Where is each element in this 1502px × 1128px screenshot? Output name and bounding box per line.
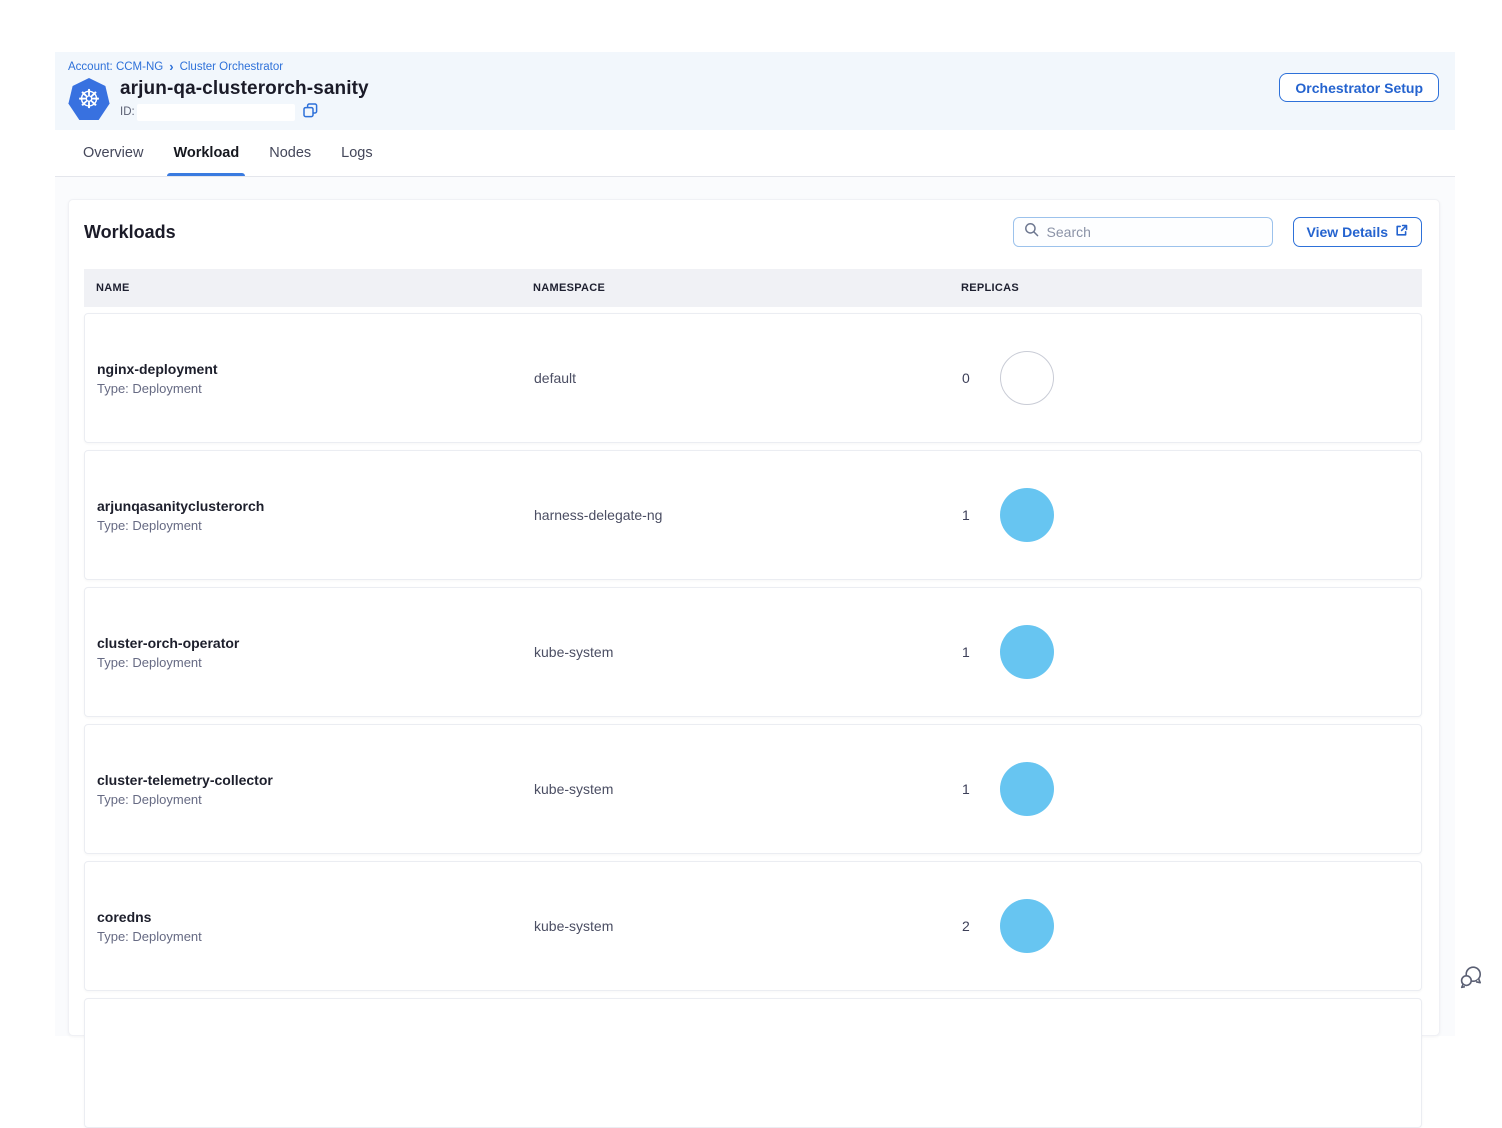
workload-namespace: default bbox=[534, 370, 962, 386]
workload-name: cluster-orch-operator bbox=[97, 635, 534, 651]
table-header: NAME NAMESPACE REPLICAS bbox=[84, 269, 1422, 307]
breadcrumb-page-link[interactable]: Cluster Orchestrator bbox=[180, 61, 284, 73]
tab-workload[interactable]: Workload bbox=[167, 130, 245, 176]
replica-count: 1 bbox=[962, 644, 970, 660]
replica-status-circle bbox=[1000, 625, 1054, 679]
workload-name: cluster-telemetry-collector bbox=[97, 772, 534, 788]
replica-count: 2 bbox=[962, 918, 970, 934]
replica-count: 1 bbox=[962, 507, 970, 523]
replica-count: 1 bbox=[962, 781, 970, 797]
table-row[interactable]: arjunqasanityclusterorch Type: Deploymen… bbox=[84, 450, 1422, 580]
workload-namespace: kube-system bbox=[534, 644, 962, 660]
table-row[interactable]: cluster-orch-operator Type: Deployment k… bbox=[84, 587, 1422, 717]
workloads-card: Workloads View Details bbox=[68, 199, 1440, 1036]
table-row[interactable]: cluster-telemetry-collector Type: Deploy… bbox=[84, 724, 1422, 854]
chat-bubbles-icon[interactable] bbox=[1458, 964, 1486, 992]
column-header-namespace: NAMESPACE bbox=[533, 282, 961, 294]
replica-status-circle bbox=[1000, 488, 1054, 542]
workload-type: Type: Deployment bbox=[97, 655, 534, 670]
workload-name: arjunqasanityclusterorch bbox=[97, 498, 534, 514]
breadcrumb-separator-icon: › bbox=[169, 60, 173, 73]
workload-namespace: harness-delegate-ng bbox=[534, 507, 962, 523]
workload-name: coredns bbox=[97, 909, 534, 925]
view-details-button[interactable]: View Details bbox=[1293, 217, 1422, 247]
search-input-wrapper bbox=[1013, 217, 1273, 247]
orchestrator-setup-button[interactable]: Orchestrator Setup bbox=[1279, 73, 1439, 102]
workloads-title: Workloads bbox=[84, 222, 176, 243]
column-header-name: NAME bbox=[96, 282, 533, 294]
workload-type: Type: Deployment bbox=[97, 792, 534, 807]
app-frame: Account: CCM-NG › Cluster Orchestrator ☸… bbox=[55, 52, 1455, 1036]
breadcrumb-account-link[interactable]: Account: CCM-NG bbox=[68, 61, 163, 73]
content-area: Workloads View Details bbox=[55, 177, 1455, 1036]
table-body: nginx-deployment Type: Deployment defaul… bbox=[84, 313, 1422, 1128]
workload-namespace: kube-system bbox=[534, 918, 962, 934]
kubernetes-icon: ☸ bbox=[68, 78, 110, 120]
tab-nodes[interactable]: Nodes bbox=[263, 130, 317, 176]
workload-name: nginx-deployment bbox=[97, 361, 534, 377]
page-header: Account: CCM-NG › Cluster Orchestrator ☸… bbox=[55, 52, 1455, 130]
tab-bar: Overview Workload Nodes Logs bbox=[55, 130, 1455, 177]
replica-status-circle bbox=[1000, 899, 1054, 953]
table-row-partial[interactable] bbox=[84, 998, 1422, 1128]
replica-status-circle bbox=[1000, 762, 1054, 816]
tab-logs[interactable]: Logs bbox=[335, 130, 378, 176]
replica-status-circle bbox=[1000, 351, 1054, 405]
search-icon bbox=[1024, 222, 1039, 242]
tab-overview[interactable]: Overview bbox=[77, 130, 149, 176]
cluster-id-redacted-value bbox=[137, 104, 295, 121]
workload-namespace: kube-system bbox=[534, 781, 962, 797]
table-row[interactable]: coredns Type: Deployment kube-system 2 bbox=[84, 861, 1422, 991]
cluster-id-label: ID: bbox=[120, 106, 135, 118]
column-header-replicas: REPLICAS bbox=[961, 282, 1422, 294]
search-input[interactable] bbox=[1047, 224, 1262, 240]
workload-type: Type: Deployment bbox=[97, 518, 534, 533]
replica-count: 0 bbox=[962, 370, 970, 386]
breadcrumb: Account: CCM-NG › Cluster Orchestrator bbox=[68, 61, 1439, 73]
copy-icon[interactable] bbox=[303, 103, 318, 121]
workload-type: Type: Deployment bbox=[97, 929, 534, 944]
view-details-label: View Details bbox=[1307, 224, 1388, 240]
external-link-icon bbox=[1395, 224, 1408, 240]
workload-type: Type: Deployment bbox=[97, 381, 534, 396]
page-title: arjun-qa-clusterorch-sanity bbox=[120, 78, 369, 100]
table-row[interactable]: nginx-deployment Type: Deployment defaul… bbox=[84, 313, 1422, 443]
